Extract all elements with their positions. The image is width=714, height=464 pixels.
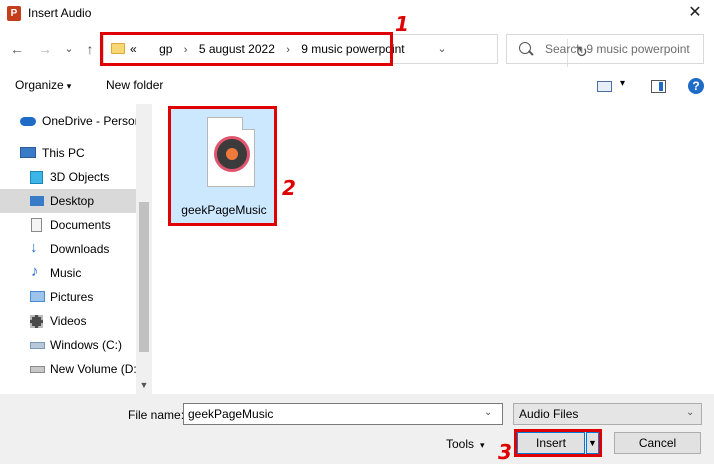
forward-arrow-icon[interactable]: → xyxy=(36,40,54,58)
breadcrumb-overflow[interactable]: « xyxy=(130,42,137,56)
chevron-down-icon[interactable]: ⌄ xyxy=(484,407,492,418)
sidebar-item-label: Downloads xyxy=(50,242,110,256)
search-icon xyxy=(519,42,531,54)
file-type-select[interactable]: Audio Files ⌄ xyxy=(513,403,702,425)
sidebar-item-desktop[interactable]: Desktop xyxy=(0,189,136,213)
pictures-icon xyxy=(30,291,45,302)
close-button[interactable]: ✕ xyxy=(680,2,710,24)
dialog-footer: File name: geekPageMusic ⌄ Audio Files ⌄… xyxy=(0,394,714,464)
organize-label: Organize xyxy=(15,78,64,92)
sidebar-item-music[interactable]: ♪ Music xyxy=(0,261,136,285)
breadcrumb-5-august-2022[interactable]: 5 august 2022 xyxy=(199,42,275,56)
desktop-icon xyxy=(30,196,44,206)
insert-options-dropdown[interactable]: ▼ xyxy=(586,432,599,454)
tools-button[interactable]: Tools ▾ xyxy=(446,437,485,451)
video-icon xyxy=(30,315,43,328)
recent-locations-icon[interactable]: ⌄ xyxy=(60,40,78,58)
annotation-number-1: 1 xyxy=(395,12,409,36)
document-icon xyxy=(31,218,42,232)
address-dropdown-icon[interactable]: ⌄ xyxy=(434,41,450,57)
sidebar-item-label: OneDrive - Person xyxy=(42,114,136,128)
sidebar-item-this-pc[interactable]: This PC xyxy=(0,141,136,165)
organize-button[interactable]: Organize ▾ xyxy=(15,78,71,92)
scrollbar-thumb[interactable] xyxy=(139,202,149,352)
sidebar-item-label: Music xyxy=(50,266,82,280)
file-name-label: geekPageMusic xyxy=(181,203,267,217)
breadcrumb: « gp › 5 august 2022 › 9 music powerpoin… xyxy=(130,35,405,63)
change-view-icon[interactable] xyxy=(597,81,612,92)
view-options-chevron-icon[interactable]: ▾ xyxy=(620,78,625,89)
search-box[interactable]: Search 9 music powerpoint xyxy=(506,34,704,64)
navigation-bar: ← → ⌄ ↑ « gp › 5 august 2022 › 9 music p… xyxy=(0,30,714,70)
sidebar-item-label: Documents xyxy=(50,218,111,232)
drive-icon xyxy=(30,366,45,373)
sidebar-item-label: Videos xyxy=(50,314,87,328)
file-name-value: geekPageMusic xyxy=(188,407,274,421)
download-icon: ↓ xyxy=(30,239,38,256)
folder-icon xyxy=(111,43,125,54)
up-arrow-icon[interactable]: ↑ xyxy=(81,40,99,58)
cancel-button[interactable]: Cancel xyxy=(614,432,701,454)
title-bar: P Insert Audio ✕ xyxy=(0,0,714,28)
scroll-down-icon[interactable]: ▼ xyxy=(136,377,152,393)
sidebar-item-documents[interactable]: Documents xyxy=(0,213,136,237)
toolbar: Organize ▾ New folder ▾ ? xyxy=(0,70,714,102)
music-icon: ♪ xyxy=(31,263,39,280)
cube-icon xyxy=(30,171,43,184)
sidebar-item-label: 3D Objects xyxy=(50,170,110,184)
powerpoint-icon: P xyxy=(7,6,21,21)
file-name-label: File name: xyxy=(128,408,185,422)
sidebar-item-windows-c[interactable]: Windows (C:) xyxy=(0,333,136,357)
breadcrumb-separator: › xyxy=(183,44,188,56)
sidebar-item-label: Pictures xyxy=(50,290,94,304)
computer-icon xyxy=(20,147,36,158)
sidebar-item-3d-objects[interactable]: 3D Objects xyxy=(0,165,136,189)
address-bar[interactable]: « gp › 5 august 2022 › 9 music powerpoin… xyxy=(103,34,588,67)
breadcrumb-9-music-powerpoint[interactable]: 9 music powerpoint xyxy=(301,42,404,56)
window-title: Insert Audio xyxy=(28,6,92,20)
music-file-icon xyxy=(207,117,255,187)
breadcrumb-gp[interactable]: gp xyxy=(159,42,172,56)
sidebar-item-onedrive[interactable]: OneDrive - Person xyxy=(0,109,136,133)
file-type-value: Audio Files xyxy=(519,407,579,421)
chevron-down-icon: ▾ xyxy=(480,440,485,450)
file-item-geekpagemusic[interactable]: geekPageMusic xyxy=(170,108,276,224)
disc-icon xyxy=(214,136,250,172)
sidebar-item-downloads[interactable]: ↓ Downloads xyxy=(0,237,136,261)
sidebar-item-label: This PC xyxy=(42,146,85,160)
sidebar-item-pictures[interactable]: Pictures xyxy=(0,285,136,309)
new-folder-button[interactable]: New folder xyxy=(106,78,163,92)
sidebar-item-videos[interactable]: Videos xyxy=(0,309,136,333)
annotation-number-2: 2 xyxy=(282,176,296,200)
preview-pane-icon[interactable] xyxy=(651,80,666,93)
chevron-down-icon: ▾ xyxy=(66,81,72,91)
sidebar-item-label: Windows (C:) xyxy=(50,338,123,352)
sidebar-item-label: New Volume (D: xyxy=(50,362,136,376)
breadcrumb-separator: › xyxy=(286,44,290,56)
file-name-input[interactable]: geekPageMusic ⌄ xyxy=(183,403,503,425)
tools-label: Tools xyxy=(446,437,475,451)
navigation-pane: OneDrive - Person This PC 3D Objects Des… xyxy=(0,104,152,394)
sidebar-item-label: Desktop xyxy=(50,194,95,208)
file-list[interactable]: geekPageMusic xyxy=(152,104,714,394)
drive-icon xyxy=(30,342,45,349)
cloud-icon xyxy=(20,117,36,126)
annotation-number-3: 3 xyxy=(498,440,512,464)
back-arrow-icon[interactable]: ← xyxy=(8,40,26,58)
help-icon[interactable]: ? xyxy=(688,78,704,94)
sidebar-scrollbar[interactable]: ▼ xyxy=(136,104,152,394)
search-input[interactable]: Search 9 music powerpoint xyxy=(545,35,690,63)
insert-button[interactable]: Insert xyxy=(517,432,585,454)
chevron-down-icon: ⌄ xyxy=(686,407,695,418)
sidebar-item-new-volume-d[interactable]: New Volume (D: xyxy=(0,357,136,381)
